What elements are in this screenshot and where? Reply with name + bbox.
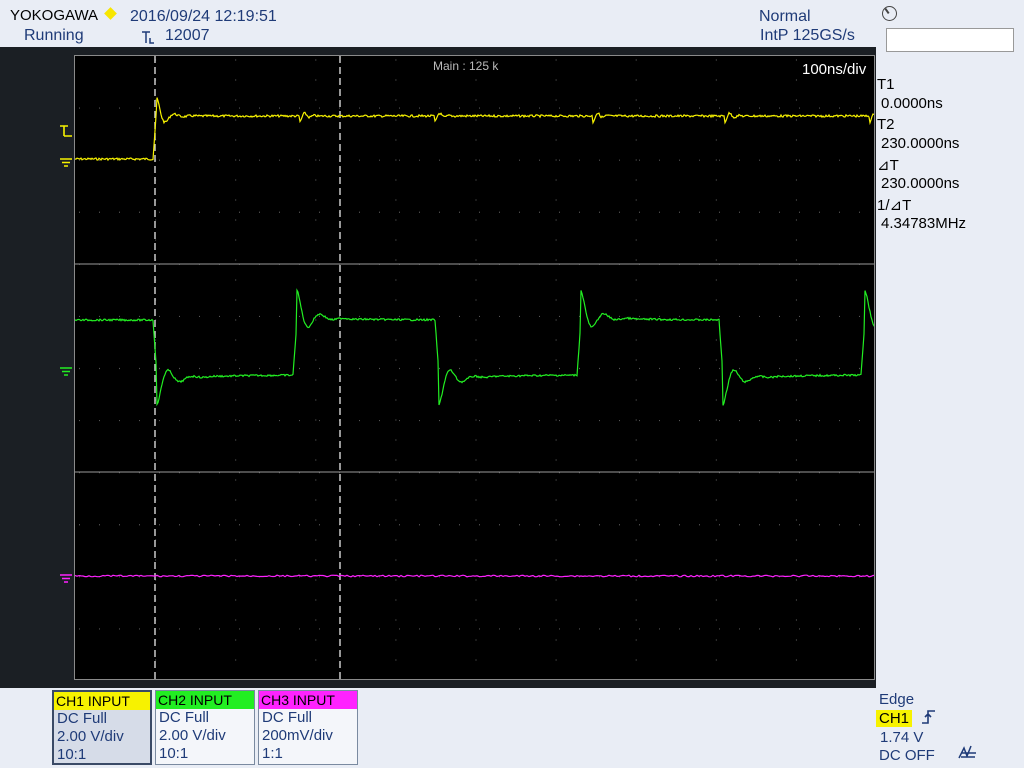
- main-record-label: Main : 125 k: [433, 59, 499, 73]
- ch1-ground-marker-icon[interactable]: [60, 158, 72, 168]
- ch1-coupling: DC Full: [57, 710, 108, 727]
- ch2-probe: 10:1: [159, 745, 189, 762]
- ch2-title: CH2 INPUT: [156, 691, 254, 709]
- trigger-mode: Normal: [759, 8, 811, 25]
- cursor-inverse-delta-t-value: 4.34783MHz: [881, 215, 967, 232]
- ch3-probe: 1:1: [262, 745, 283, 762]
- value-input-field[interactable]: [886, 28, 1014, 52]
- jog-knob-icon[interactable]: [882, 6, 897, 21]
- bottom-channel-bar: [0, 688, 1024, 768]
- ch2-coupling: DC Full: [159, 709, 210, 726]
- graticule-grid: [75, 56, 874, 679]
- trigger-level: 1.74 V: [880, 729, 924, 746]
- ch3-setup-panel[interactable]: CH3 INPUT DC Full 200mV/div 1:1: [258, 690, 358, 765]
- ch3-waveform: [75, 574, 874, 578]
- run-state: Running: [24, 27, 84, 44]
- acquisition-count-icon: [142, 31, 154, 44]
- ch3-ground-marker-icon[interactable]: [60, 574, 72, 584]
- ch2-waveform: [75, 288, 874, 407]
- noise-filter-icon: [958, 745, 976, 759]
- cursor-delta-t-label: ⊿T: [877, 157, 899, 174]
- cursor-t2-label: T2: [877, 116, 895, 133]
- trigger-level-marker-icon[interactable]: [58, 124, 74, 138]
- trigger-coupling: DC OFF: [879, 747, 935, 764]
- ch3-title: CH3 INPUT: [259, 691, 357, 709]
- trigger-type: Edge: [879, 691, 915, 708]
- ch1-title: CH1 INPUT: [54, 692, 150, 710]
- ch2-scale: 2.00 V/div: [159, 727, 226, 744]
- top-status-bar: YOKOGAWA 2016/09/24 12:19:51 Running 120…: [0, 0, 876, 47]
- ch1-setup-panel[interactable]: CH1 INPUT DC Full 2.00 V/div 10:1: [52, 690, 152, 765]
- cursor-t1-value: 0.0000ns: [881, 95, 943, 112]
- acquisition-count: 12007: [165, 27, 210, 44]
- trigger-source[interactable]: CH1: [876, 710, 913, 727]
- datetime: 2016/09/24 12:19:51: [130, 8, 277, 25]
- status-diamond-icon: [104, 7, 117, 20]
- brand-logo: YOKOGAWA: [10, 7, 99, 24]
- ch1-scale: 2.00 V/div: [57, 728, 124, 745]
- ch2-setup-panel[interactable]: CH2 INPUT DC Full 2.00 V/div 10:1: [155, 690, 255, 765]
- cursor-inverse-delta-t-label: 1/⊿T: [877, 197, 912, 214]
- sample-rate: IntP 125GS/s: [760, 27, 855, 44]
- ch1-probe: 10:1: [57, 746, 87, 763]
- waveform-display[interactable]: Main : 125 k 100ns/div: [74, 55, 875, 680]
- ch1-waveform: [75, 97, 874, 162]
- timebase-label: 100ns/div: [802, 61, 867, 78]
- rising-edge-icon: [922, 710, 935, 724]
- cursor-delta-t-value: 230.0000ns: [881, 175, 960, 192]
- ch2-ground-marker-icon[interactable]: [60, 367, 72, 377]
- cursor-t2-value: 230.0000ns: [881, 135, 960, 152]
- cursor-t1-label: T1: [877, 76, 895, 93]
- ch3-scale: 200mV/div: [262, 727, 333, 744]
- ch3-coupling: DC Full: [262, 709, 313, 726]
